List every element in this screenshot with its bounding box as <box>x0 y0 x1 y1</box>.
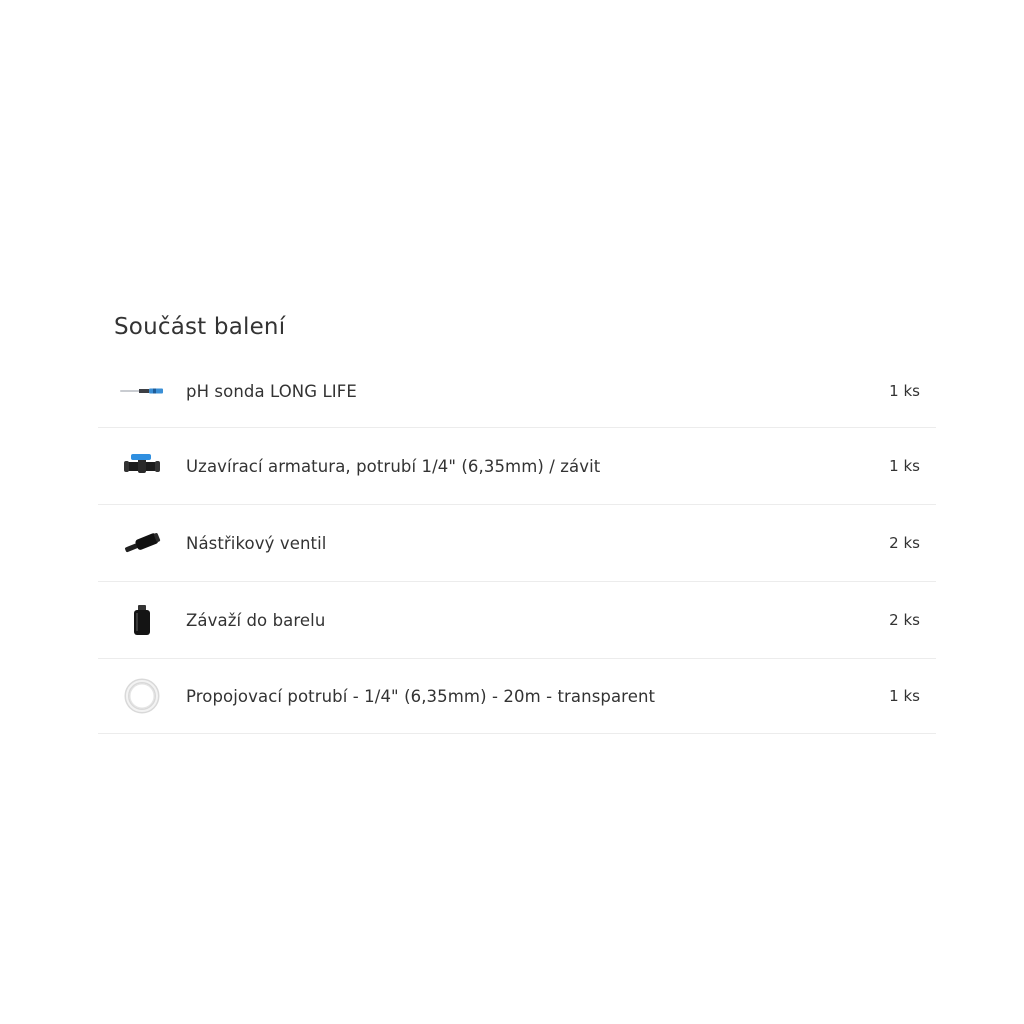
item-quantity: 2 ks <box>889 534 920 552</box>
ph-probe-icon <box>98 367 186 415</box>
injection-valve-icon <box>98 519 186 567</box>
item-name: pH sonda LONG LIFE <box>186 381 357 401</box>
list-item: Nástřikový ventil 2 ks <box>98 505 936 582</box>
item-name: Závaží do barelu <box>186 610 326 630</box>
package-title: Součást balení <box>114 314 286 340</box>
item-name: Propojovací potrubí - 1/4" (6,35mm) - 20… <box>186 686 656 706</box>
shutoff-valve-icon <box>98 442 186 490</box>
item-name: Uzavírací armatura, potrubí 1/4" (6,35mm… <box>186 456 601 476</box>
item-quantity: 1 ks <box>889 687 920 705</box>
item-quantity: 1 ks <box>889 382 920 400</box>
list-item: Závaží do barelu 2 ks <box>98 582 936 659</box>
list-item: Uzavírací armatura, potrubí 1/4" (6,35mm… <box>98 428 936 505</box>
list-item: Propojovací potrubí - 1/4" (6,35mm) - 20… <box>98 659 936 734</box>
item-quantity: 2 ks <box>889 611 920 629</box>
barrel-weight-icon <box>98 596 186 644</box>
item-quantity: 1 ks <box>889 457 920 475</box>
list-item: pH sonda LONG LIFE 1 ks <box>98 355 936 428</box>
item-name: Nástřikový ventil <box>186 533 327 553</box>
tubing-coil-icon <box>98 672 186 720</box>
package-contents: Součást balení pH sonda LONG LIFE 1 ks U… <box>98 308 936 734</box>
